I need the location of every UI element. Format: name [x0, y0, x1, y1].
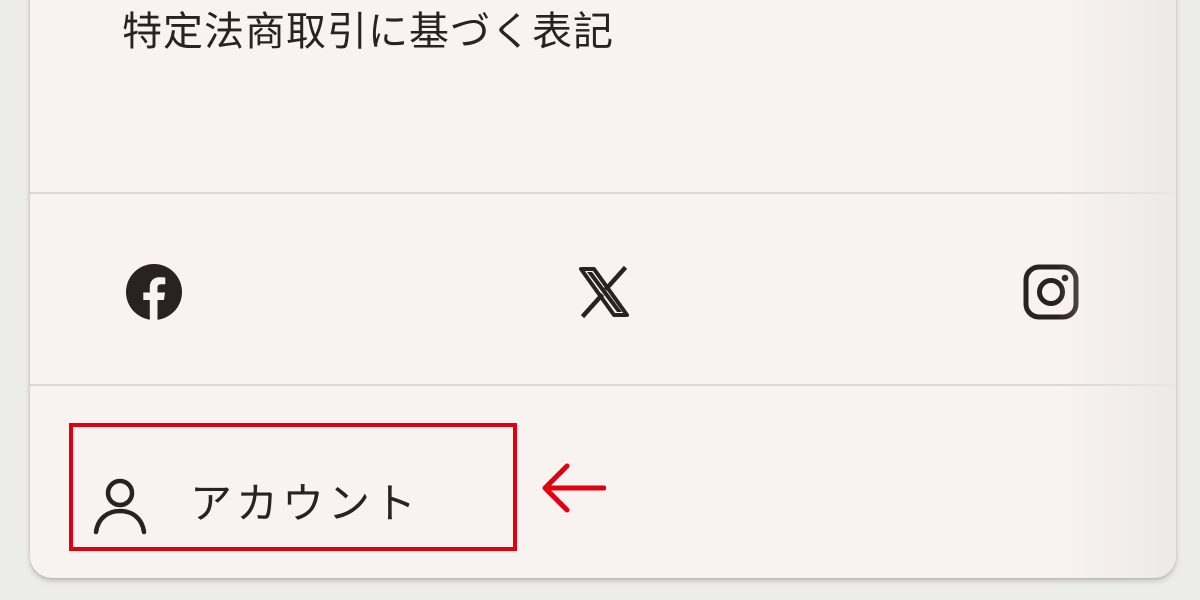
- divider: [30, 384, 1176, 386]
- facebook-icon[interactable]: [125, 263, 183, 321]
- account-link[interactable]: アカウント: [88, 470, 448, 540]
- legal-notice-link[interactable]: 特定法商取引に基づく表記: [122, 2, 614, 62]
- x-icon[interactable]: [575, 263, 633, 321]
- account-label: アカウント: [190, 479, 421, 528]
- user-icon: [90, 476, 150, 536]
- divider: [30, 192, 1176, 194]
- instagram-icon[interactable]: [1022, 263, 1080, 321]
